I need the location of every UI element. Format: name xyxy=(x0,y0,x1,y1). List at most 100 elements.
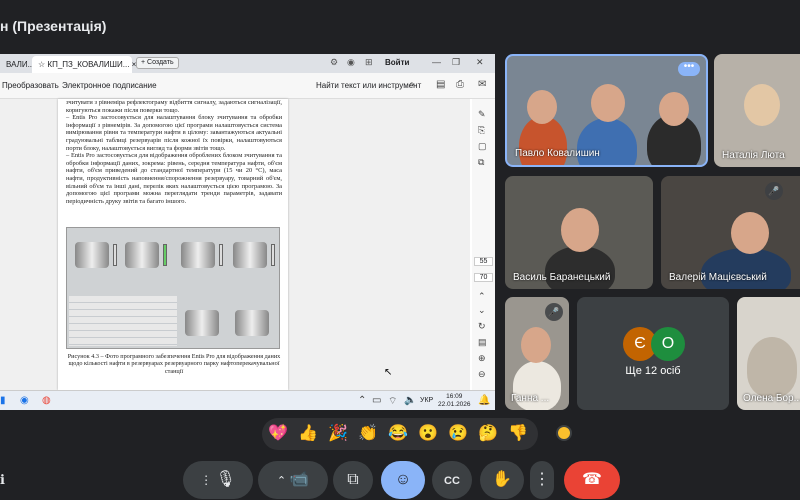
participant-tile[interactable]: ••• Павло Ковалишин xyxy=(505,54,708,167)
laughing-reaction[interactable]: 😂 xyxy=(388,424,408,444)
copy-icon[interactable]: ⧉ xyxy=(478,157,484,168)
settings-icon[interactable]: ⚙ xyxy=(330,57,338,68)
participant-face xyxy=(521,327,551,363)
participant-tile[interactable]: Василь Баранецький xyxy=(505,176,653,289)
shared-screen: ВАЛИ... ☆ КП_ПЗ_КОВАЛИШИ... × + Создать … xyxy=(0,54,495,410)
doc-paragraph: – Entis Pro застосовується для налаштува… xyxy=(66,114,282,152)
end-call-icon: ☎ xyxy=(582,471,602,488)
closed-captions-icon: CC xyxy=(444,475,460,487)
document-viewport[interactable]: зчитувати з рівнеміра рефлектограму відб… xyxy=(0,99,470,410)
camera-button[interactable]: ⌃ 📹 xyxy=(258,461,328,499)
refresh-icon[interactable]: ↻ xyxy=(478,321,486,332)
clapping-reaction[interactable]: 👏 xyxy=(358,424,378,444)
chevron-up-icon[interactable]: ⌃ xyxy=(478,291,486,302)
doc-icon[interactable]: ▤ xyxy=(478,337,487,348)
pdf-icon: ☆ xyxy=(38,60,48,69)
scrollbar[interactable] xyxy=(461,149,469,410)
raise-hand-button[interactable]: ✋ xyxy=(480,461,524,499)
skin-tone-button[interactable] xyxy=(556,425,572,441)
window-close-icon[interactable]: ✕ xyxy=(476,57,484,68)
participant-tile[interactable]: 🎤 Валерій Мацієвський xyxy=(661,176,800,289)
apps-grid-icon[interactable]: ⊞ xyxy=(365,57,373,68)
more-options-icon[interactable]: ••• xyxy=(678,62,700,76)
page-number[interactable]: 55 xyxy=(474,257,493,266)
chat-icon[interactable]: ✎ xyxy=(478,109,486,120)
page-icon[interactable]: ▢ xyxy=(478,141,487,152)
participant-face xyxy=(659,92,689,126)
mouse-cursor-icon: ↖ xyxy=(384,367,393,378)
language-indicator[interactable]: УКР xyxy=(420,397,433,404)
participant-tile[interactable]: Наталія Люта xyxy=(714,54,800,167)
microphone-icon: 🎙 xyxy=(215,471,236,488)
participant-tile[interactable]: Олена Бор... xyxy=(737,297,800,410)
meeting-title: н (Презентація) xyxy=(0,18,107,34)
mic-off-icon: 🎤 xyxy=(765,182,783,200)
signin-button[interactable]: Войти xyxy=(385,58,409,67)
windows-taskbar: ▮ ◉ ◍ ⌃ ▭ ⌔ 🔈 УКР 16:09 22.01.2026 🔔 xyxy=(0,390,495,410)
clock[interactable]: 16:09 22.01.2026 xyxy=(438,393,471,409)
thumbs-up-reaction[interactable]: 👍 xyxy=(298,424,318,444)
e-sign-button[interactable]: Электронное подписание xyxy=(62,81,157,90)
thumbs-down-reaction[interactable]: 👎 xyxy=(508,424,528,444)
tank-image xyxy=(235,310,269,336)
page-total: 70 xyxy=(474,273,493,282)
new-tab-button[interactable]: + Создать xyxy=(136,57,179,69)
volume-icon[interactable]: 🔈 xyxy=(404,395,416,406)
search-icon[interactable]: ⌕ xyxy=(409,79,415,90)
participant-name: Валерій Мацієвський xyxy=(669,272,767,283)
participant-name: Наталія Люта xyxy=(722,150,785,161)
edge-icon[interactable]: ◉ xyxy=(20,395,29,406)
edit-icon[interactable]: ⎘ xyxy=(478,125,485,136)
sad-reaction[interactable]: 😢 xyxy=(448,424,468,444)
minimize-icon[interactable]: — xyxy=(432,57,441,67)
doc-paragraph: – Entis Pro застосовується для відображе… xyxy=(66,152,282,205)
start-icon[interactable]: ▮ xyxy=(0,395,6,406)
microphone-button[interactable]: ⋮ 🎙 xyxy=(183,461,253,499)
wifi-icon[interactable]: ⌔ xyxy=(388,395,397,408)
maximize-icon[interactable]: ❐ xyxy=(452,57,460,68)
present-button[interactable]: ⧉ xyxy=(333,461,373,499)
clock-date: 22.01.2026 xyxy=(438,401,471,408)
participant-name: Ганна ... xyxy=(511,393,550,404)
surprised-reaction[interactable]: 😮 xyxy=(418,424,438,444)
meeting-details-icon[interactable]: ℹ xyxy=(0,472,5,488)
pdf-toolbar: Преобразовать Электронное подписание Най… xyxy=(0,73,495,99)
zoom-out-icon[interactable]: ⊖ xyxy=(478,369,486,380)
tank-image xyxy=(181,242,215,268)
notifications-icon[interactable]: 🔔 xyxy=(478,395,490,406)
convert-button[interactable]: Преобразовать xyxy=(2,81,59,90)
tray-chevron-icon[interactable]: ⌃ xyxy=(358,395,366,406)
avatar-initial: О xyxy=(661,335,675,352)
participant-face xyxy=(561,208,599,252)
thinking-reaction[interactable]: 🤔 xyxy=(478,424,498,444)
party-popper-reaction[interactable]: 🎉 xyxy=(328,424,348,444)
tank-image xyxy=(75,242,109,268)
participant-face xyxy=(731,212,769,254)
mail-icon[interactable]: ✉ xyxy=(478,79,486,90)
avatar: О xyxy=(651,327,685,361)
browser-tabbar: ВАЛИ... ☆ КП_ПЗ_КОВАЛИШИ... × + Создать … xyxy=(0,54,495,73)
others-tile[interactable]: Є О Ще 12 осіб xyxy=(577,297,729,410)
battery-icon[interactable]: ▭ xyxy=(372,395,381,406)
doc-paragraph: зчитувати з рівнеміра рефлектограму відб… xyxy=(66,99,282,114)
find-tool-input[interactable]: Найти текст или инструмент xyxy=(316,81,421,90)
chevron-up-icon: ⌃ xyxy=(276,475,290,487)
print-icon[interactable]: ⎙ xyxy=(456,79,464,90)
emoji-button[interactable]: ☺ xyxy=(381,461,425,499)
captions-button[interactable]: CC xyxy=(432,461,472,499)
browser-tab-label: КП_ПЗ_КОВАЛИШИ... xyxy=(47,60,130,69)
participant-name: Василь Баранецький xyxy=(513,272,611,283)
participant-name: Олена Бор... xyxy=(743,393,800,404)
video-camera-icon: 📹 xyxy=(289,471,310,488)
participant-face xyxy=(744,84,780,126)
zoom-in-icon[interactable]: ⊕ xyxy=(478,353,486,364)
chevron-down-icon[interactable]: ⌄ xyxy=(478,305,486,316)
sparkling-heart-reaction[interactable]: 💖 xyxy=(268,424,288,444)
copilot-icon[interactable]: ◉ xyxy=(347,57,355,68)
participant-tile[interactable]: 🎤 Ганна ... xyxy=(505,297,569,410)
more-options-button[interactable]: ⋮ xyxy=(530,461,554,499)
browser-tab-active[interactable]: ☆ КП_ПЗ_КОВАЛИШИ... × xyxy=(32,56,136,73)
leave-call-button[interactable]: ☎ xyxy=(564,461,620,499)
save-icon[interactable]: ▤ xyxy=(436,79,445,90)
chrome-icon[interactable]: ◍ xyxy=(42,395,51,406)
